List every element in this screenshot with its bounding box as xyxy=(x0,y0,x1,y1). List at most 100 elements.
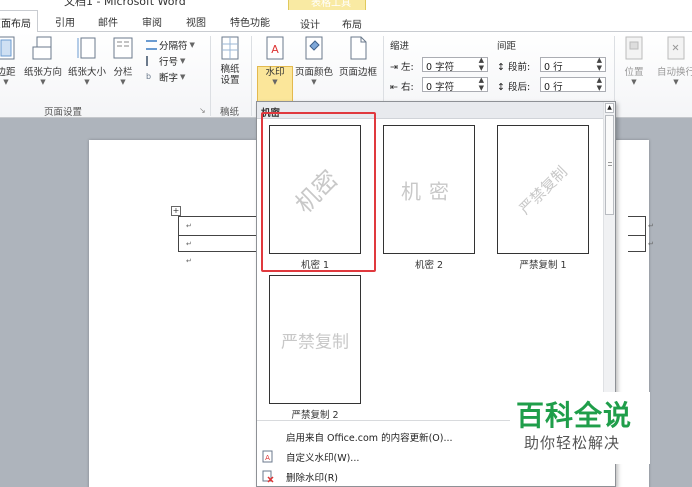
page-borders-button[interactable]: 页面边框 xyxy=(336,36,380,78)
spacing-after-label-text: 段后: xyxy=(507,82,531,93)
watermark-preview-text: 严禁复制 xyxy=(281,332,349,352)
chevron-down-icon: ▼ xyxy=(189,41,195,49)
tab-review[interactable]: 审阅 xyxy=(142,14,162,29)
paper-group-label: 稿纸 xyxy=(220,107,240,118)
brand-logo-slogan: 助你轻松解决 xyxy=(524,434,621,452)
chevron-down-icon: ▼ xyxy=(631,78,637,86)
chevron-down-icon: ▼ xyxy=(84,78,90,86)
indent-left-value: 0 字符 xyxy=(426,62,455,73)
scroll-thumb[interactable] xyxy=(605,115,614,215)
spacing-before-label: ↕ 段前: xyxy=(497,62,531,73)
row-end-mark-icon: ↵ xyxy=(648,222,654,230)
spacing-after-label: ↕ 段后: xyxy=(497,82,531,93)
chevron-down-icon: ▼ xyxy=(311,78,317,86)
watermark-option-confidential-2[interactable]: 机密 机密 2 xyxy=(377,125,481,271)
menu-custom-label: 自定义水印(W)... xyxy=(286,453,360,464)
remove-watermark-icon xyxy=(262,470,274,483)
indent-left-field[interactable]: 0 字符 ▲ ▼ xyxy=(422,56,488,73)
wrap-text-button[interactable]: 自动换行 ▼ xyxy=(652,36,692,86)
margins-label: 边距 xyxy=(0,67,16,78)
breaks-icon xyxy=(146,40,157,50)
orientation-label: 纸张方向 xyxy=(23,67,62,78)
watermark-option-no-copy-1[interactable]: 严禁复制 严禁复制 1 xyxy=(491,125,595,271)
table-row-divider xyxy=(628,235,645,236)
breaks-label: 分隔符 xyxy=(159,41,188,52)
watermark-label: 水印 xyxy=(265,67,285,78)
wrap-text-label: 自动换行 xyxy=(656,67,692,78)
chevron-down-icon: ▼ xyxy=(180,73,186,81)
spacing-after-field[interactable]: 0 行 ▲ ▼ xyxy=(540,76,606,93)
menu-update-label: 启用来自 Office.com 的内容更新(O)... xyxy=(286,433,453,444)
tab-view[interactable]: 视图 xyxy=(186,14,206,29)
spin-arrows-icon[interactable]: ▲ ▼ xyxy=(479,56,484,72)
tab-references[interactable]: 引用 xyxy=(55,14,75,29)
table-row-divider xyxy=(179,235,258,236)
page-color-label: 页面颜色 xyxy=(294,67,333,78)
group-separator xyxy=(251,36,252,116)
hyphenation-button[interactable]: b 断字 ▼ xyxy=(146,70,185,84)
document-table-right[interactable] xyxy=(628,216,646,252)
line-numbers-icon xyxy=(146,56,157,66)
position-button[interactable]: 位置 ▼ xyxy=(620,36,648,86)
watermark-preview: 机密 xyxy=(383,125,475,254)
spacing-before-label-text: 段前: xyxy=(507,62,531,73)
spin-arrows-icon[interactable]: ▲ ▼ xyxy=(479,76,484,92)
hyphenation-icon: b xyxy=(146,72,152,81)
position-icon xyxy=(625,36,643,60)
watermark-preview-text: 机密 xyxy=(401,179,457,203)
tab-design[interactable]: 设计 xyxy=(300,16,320,31)
indent-title: 缩进 xyxy=(390,41,410,52)
watermark-icon: A xyxy=(266,36,284,60)
context-tab-group-label: 表格工具 xyxy=(311,0,351,9)
watermark-button[interactable]: A 水印 ▼ xyxy=(258,36,292,86)
dialog-launcher-icon[interactable]: ↘ xyxy=(199,106,206,115)
position-label: 位置 xyxy=(624,67,644,78)
menu-remove-watermark[interactable]: 删除水印(R) xyxy=(257,467,616,487)
cell-mark-icon: ↵ xyxy=(186,240,192,248)
chevron-down-icon: ▼ xyxy=(120,78,126,86)
spacing-before-field[interactable]: 0 行 ▲ ▼ xyxy=(540,56,606,73)
margins-icon xyxy=(0,36,15,60)
ribbon-tabs: 页面布局 引用 邮件 审阅 视图 特色功能 设计 布局 xyxy=(0,10,692,33)
watermark-caption: 严禁复制 2 xyxy=(291,410,339,421)
indent-right-label-text: 右: xyxy=(400,82,414,93)
svg-text:A: A xyxy=(271,43,279,56)
window-title: 文档1 - Microsoft Word xyxy=(64,0,186,8)
spin-arrows-icon[interactable]: ▲ ▼ xyxy=(597,56,602,72)
spin-arrows-icon[interactable]: ▲ ▼ xyxy=(597,76,602,92)
tab-layout[interactable]: 布局 xyxy=(342,16,362,31)
svg-text:A: A xyxy=(265,454,270,462)
group-separator xyxy=(210,36,211,116)
size-button[interactable]: 纸张大小 ▼ xyxy=(66,36,108,86)
page-color-button[interactable]: 页面颜色 ▼ xyxy=(293,36,335,86)
size-label: 纸张大小 xyxy=(67,67,106,78)
watermark-preview-text: 严禁复制 xyxy=(515,162,571,218)
paper-grid-icon xyxy=(221,36,239,60)
paper-size-icon xyxy=(77,37,96,59)
indent-right-value: 0 字符 xyxy=(426,82,455,93)
paper-settings-button[interactable]: 稿纸设置 xyxy=(215,36,245,86)
gallery-scrollbar[interactable]: ▲ xyxy=(603,102,615,420)
scroll-up-icon[interactable]: ▲ xyxy=(605,103,614,113)
indent-left-label: ⇥ 左: xyxy=(390,62,414,73)
indent-left-label-text: 左: xyxy=(400,62,414,73)
orientation-button[interactable]: 纸张方向 ▼ xyxy=(22,36,64,86)
watermark-caption: 机密 2 xyxy=(414,260,444,271)
tab-page-layout[interactable]: 页面布局 xyxy=(0,10,38,33)
watermark-preview: 严禁复制 xyxy=(269,275,361,404)
line-numbers-button[interactable]: 行号 ▼ xyxy=(146,54,185,68)
table-move-handle-icon[interactable]: + xyxy=(171,206,181,216)
chevron-down-icon: ▼ xyxy=(272,78,278,86)
watermark-option-no-copy-2[interactable]: 严禁复制 严禁复制 2 xyxy=(263,275,367,421)
indent-right-field[interactable]: 0 字符 ▲ ▼ xyxy=(422,76,488,93)
line-numbers-label: 行号 xyxy=(159,57,179,68)
tab-mailings[interactable]: 邮件 xyxy=(98,14,118,29)
columns-icon xyxy=(113,37,133,59)
chevron-down-icon: ▼ xyxy=(3,78,9,86)
paragraph-mark-icon: ↵ xyxy=(186,257,192,265)
tab-special-features[interactable]: 特色功能 xyxy=(230,14,270,29)
breaks-button[interactable]: 分隔符 ▼ xyxy=(146,38,195,52)
columns-button[interactable]: 分栏 ▼ xyxy=(110,36,136,86)
spacing-title: 间距 xyxy=(497,41,517,52)
margins-button[interactable]: 边距 ▼ xyxy=(0,36,18,86)
